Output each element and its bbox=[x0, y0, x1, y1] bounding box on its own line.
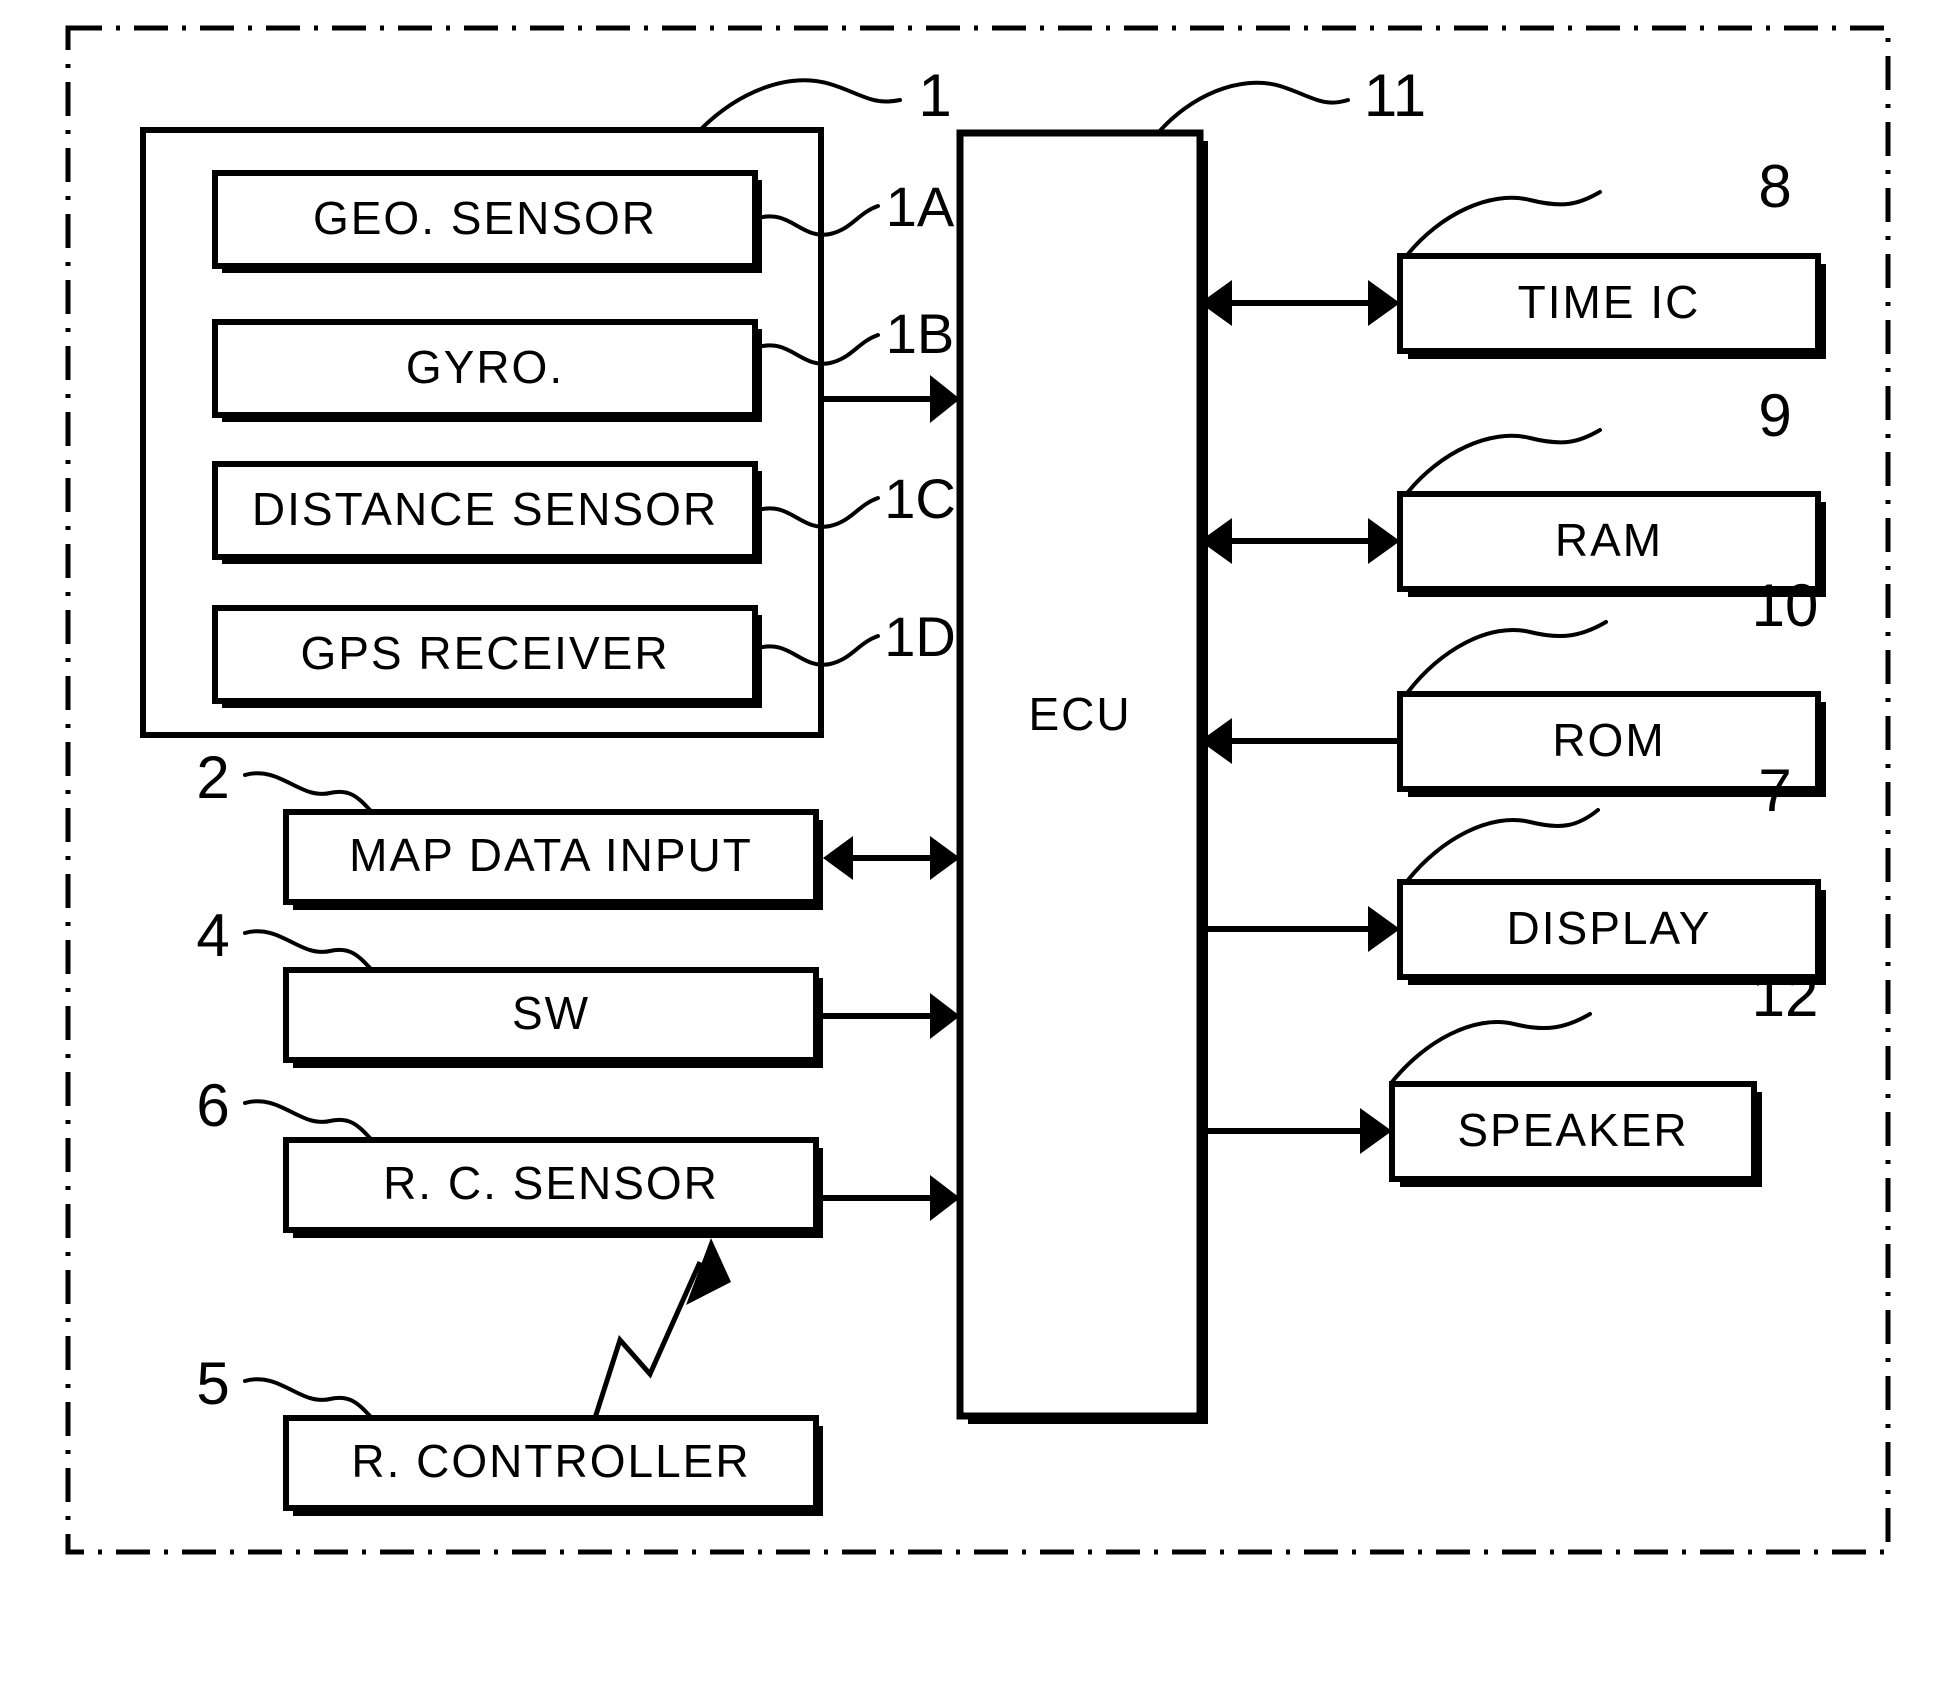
ref-label-1D: 1D bbox=[884, 605, 956, 668]
arrow-ecu-time-ic-bidirectional bbox=[1200, 280, 1400, 326]
ram-label: RAM bbox=[1555, 514, 1663, 566]
arrow-sw-to-ecu bbox=[823, 993, 960, 1039]
ecu-box bbox=[956, 129, 1204, 1420]
ref-label-1B: 1B bbox=[886, 302, 955, 365]
leader-ref-11 bbox=[1156, 80, 1350, 135]
leader-ref-8 bbox=[1406, 190, 1602, 256]
arrow-rom-to-ecu bbox=[1200, 718, 1400, 764]
ref-label-1A: 1A bbox=[886, 175, 955, 238]
arrow-rc-sensor-to-ecu bbox=[823, 1175, 960, 1221]
leader-ref-2 bbox=[243, 771, 374, 814]
ref-label-10: 10 bbox=[1752, 572, 1819, 639]
leader-ref-1C bbox=[753, 496, 880, 529]
figure-canvas: 1 GEO. SENSOR 1A GYRO. 1B DISTANCE SENSO… bbox=[0, 0, 1939, 1698]
ecu-label: ECU bbox=[1028, 688, 1131, 740]
sw-label: SW bbox=[512, 987, 590, 1039]
geo-sensor-label: GEO. SENSOR bbox=[313, 192, 657, 244]
ref-label-8: 8 bbox=[1758, 153, 1791, 220]
arrow-ecu-to-display bbox=[1200, 906, 1400, 952]
ref-label-1: 1 bbox=[918, 62, 951, 129]
ref-label-7: 7 bbox=[1758, 757, 1791, 824]
map-data-input-label: MAP DATA INPUT bbox=[349, 829, 753, 881]
ref-label-12: 12 bbox=[1752, 962, 1819, 1029]
leader-ref-7 bbox=[1406, 808, 1600, 882]
arrow-ecu-to-speaker bbox=[1200, 1108, 1392, 1154]
leader-ref-10 bbox=[1406, 620, 1608, 694]
rom-label: ROM bbox=[1552, 714, 1665, 766]
leader-ref-9 bbox=[1406, 428, 1602, 494]
speaker-label: SPEAKER bbox=[1457, 1104, 1688, 1156]
rc-sensor-label: R. C. SENSOR bbox=[383, 1157, 719, 1209]
leader-ref-4 bbox=[243, 929, 374, 972]
ref-label-11: 11 bbox=[1364, 62, 1426, 129]
ref-label-1C: 1C bbox=[884, 467, 956, 530]
distance-sensor-label: DISTANCE SENSOR bbox=[252, 483, 718, 535]
gps-receiver-label: GPS RECEIVER bbox=[300, 627, 669, 679]
arrow-ecu-ram-bidirectional bbox=[1200, 518, 1400, 564]
leader-ref-1D bbox=[753, 634, 880, 667]
wireless-zigzag-arrow bbox=[592, 1238, 731, 1419]
arrow-map-data-ecu-bidirectional bbox=[823, 836, 960, 880]
ref-label-6: 6 bbox=[196, 1072, 229, 1139]
ref-label-5: 5 bbox=[196, 1350, 229, 1417]
leader-ref-1B bbox=[753, 333, 880, 366]
display-label: DISPLAY bbox=[1507, 902, 1712, 954]
time-ic-label: TIME IC bbox=[1518, 276, 1701, 328]
ref-label-2: 2 bbox=[196, 744, 229, 811]
leader-ref-1 bbox=[698, 78, 902, 132]
gyro-label: GYRO. bbox=[406, 341, 564, 393]
r-controller-label: R. CONTROLLER bbox=[351, 1435, 750, 1487]
arrow-sensors-to-ecu bbox=[821, 375, 960, 423]
leader-ref-6 bbox=[243, 1099, 374, 1142]
ref-label-9: 9 bbox=[1758, 382, 1791, 449]
leader-ref-5 bbox=[243, 1377, 374, 1420]
leader-ref-1A bbox=[753, 204, 880, 237]
block-diagram: 1 GEO. SENSOR 1A GYRO. 1B DISTANCE SENSO… bbox=[65, 25, 1891, 1555]
ref-label-4: 4 bbox=[196, 902, 229, 969]
leader-ref-12 bbox=[1390, 1012, 1592, 1084]
